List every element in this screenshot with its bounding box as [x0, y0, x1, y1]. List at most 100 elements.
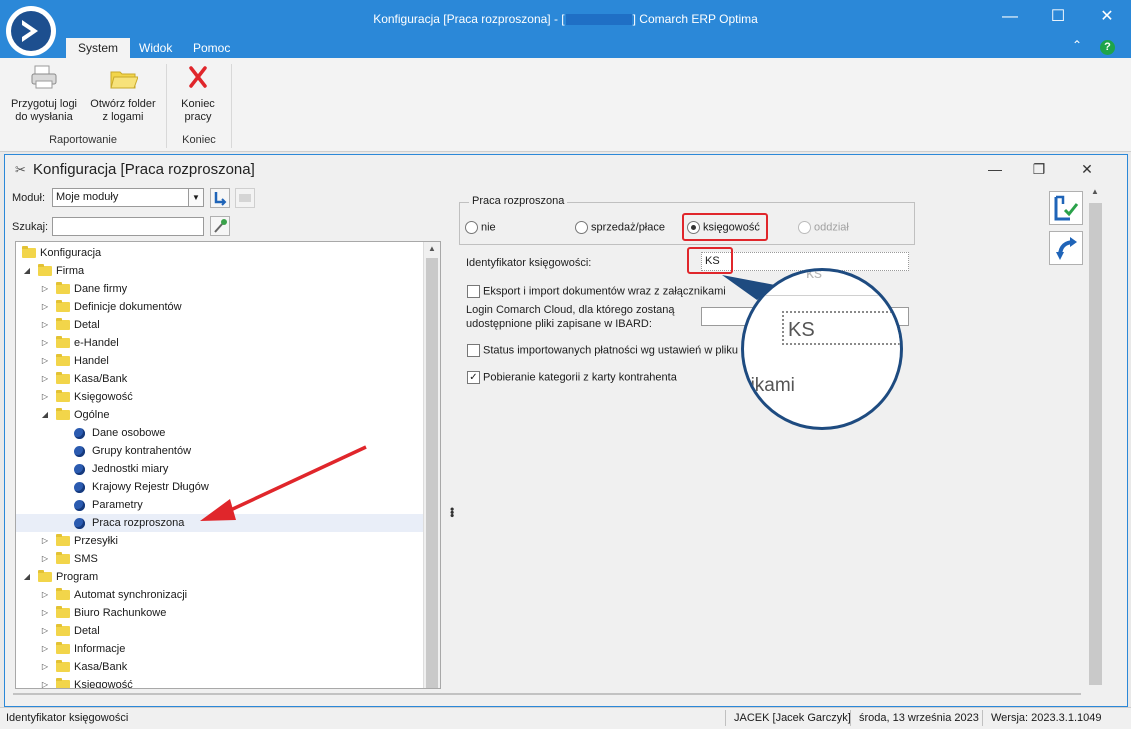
- expand-arrow-icon[interactable]: ▷: [40, 298, 50, 316]
- tree-item[interactable]: ▷ Przesyłki: [16, 532, 424, 550]
- tree-item[interactable]: Grupy kontrahentów: [16, 442, 424, 460]
- payment-status-checkbox[interactable]: Status importowanych płatności wg ustawi…: [467, 344, 738, 357]
- radio-sprzedaz-place[interactable]: sprzedaż/płace: [575, 221, 665, 234]
- panel-scrollbar[interactable]: ▲: [1087, 185, 1104, 688]
- refresh-modules-button[interactable]: [210, 188, 230, 208]
- ribbon-collapse-icon[interactable]: ⌃: [1072, 38, 1082, 52]
- tree-item-label: Przesyłki: [74, 535, 119, 547]
- tree-item-label: Definicje dokumentów: [74, 301, 182, 313]
- close-x-icon: [183, 64, 213, 92]
- expand-arrow-icon[interactable]: ▷: [40, 586, 50, 604]
- expand-arrow-icon[interactable]: ▷: [40, 640, 50, 658]
- expand-arrow-icon[interactable]: ▷: [40, 280, 50, 298]
- tree-item[interactable]: ▷ Informacje: [16, 640, 424, 658]
- prepare-logs-button[interactable]: Przygotuj logi do wysłania: [6, 64, 82, 124]
- expand-arrow-icon[interactable]: ▷: [40, 352, 50, 370]
- collapse-arrow-icon[interactable]: ◢: [22, 262, 32, 280]
- radio-ksiegowosc[interactable]: księgowość: [687, 221, 760, 234]
- panel-scroll-thumb[interactable]: [1089, 203, 1102, 685]
- scroll-up-icon[interactable]: ▲: [1091, 187, 1099, 196]
- tree-item[interactable]: Konfiguracja: [16, 244, 424, 262]
- chevron-down-icon[interactable]: ▼: [188, 189, 203, 206]
- exit-button[interactable]: Koniec pracy: [172, 64, 224, 124]
- scroll-up-icon[interactable]: ▲: [428, 244, 436, 253]
- tree-item[interactable]: ▷ e-Handel: [16, 334, 424, 352]
- tree-item[interactable]: Praca rozproszona: [16, 514, 424, 532]
- inner-minimize-button[interactable]: —: [983, 161, 1007, 181]
- minimize-button[interactable]: —: [995, 6, 1025, 28]
- close-button[interactable]: ✕: [1092, 6, 1122, 28]
- tab-pomoc[interactable]: Pomoc: [181, 38, 242, 58]
- collapse-arrow-icon[interactable]: ◢: [22, 568, 32, 586]
- tree-item[interactable]: ▷ Biuro Rachunkowe: [16, 604, 424, 622]
- undo-arrow-icon: [1056, 237, 1077, 260]
- radio-ksiegowosc-label: księgowość: [703, 221, 760, 234]
- tree-item[interactable]: Parametry: [16, 496, 424, 514]
- expand-arrow-icon[interactable]: ▷: [40, 658, 50, 676]
- tab-system[interactable]: System: [66, 38, 131, 58]
- config-tree[interactable]: Konfiguracja ◢ Firma ▷ Dane firmy ▷ Definicje …: [15, 241, 441, 689]
- help-icon[interactable]: ?: [1100, 40, 1115, 55]
- tree-scroll-thumb[interactable]: [426, 258, 438, 688]
- expand-arrow-icon[interactable]: ▷: [40, 622, 50, 640]
- inner-close-button[interactable]: ✕: [1075, 161, 1099, 181]
- tree-item-label: Dane osobowe: [92, 427, 166, 439]
- save-button[interactable]: [1049, 191, 1083, 225]
- module-label: Moduł:: [12, 192, 46, 204]
- radio-circle: [465, 221, 478, 234]
- export-attachments-label: Eksport i import dokumentów wraz z załąc…: [483, 285, 726, 298]
- tree-item[interactable]: ▷ Automat synchronizacji: [16, 586, 424, 604]
- expand-arrow-icon[interactable]: ▷: [40, 676, 50, 688]
- tree-item-label: Detal: [74, 319, 100, 331]
- tree-item-label: Parametry: [92, 499, 143, 511]
- tree-item[interactable]: ◢ Program: [16, 568, 424, 586]
- horizontal-scrollbar[interactable]: [13, 693, 1081, 703]
- search-input[interactable]: [52, 217, 204, 236]
- tree-item[interactable]: ▷ Detal: [16, 316, 424, 334]
- tree-item[interactable]: ▷ Księgowość: [16, 388, 424, 406]
- tree-item[interactable]: ◢ Firma: [16, 262, 424, 280]
- tree-item[interactable]: Dane osobowe: [16, 424, 424, 442]
- inner-restore-button[interactable]: ❐: [1027, 161, 1051, 181]
- expand-arrow-icon[interactable]: ▷: [40, 316, 50, 334]
- export-attachments-checkbox[interactable]: Eksport i import dokumentów wraz z załąc…: [467, 285, 726, 298]
- settings-node-icon: [74, 428, 85, 439]
- tree-item[interactable]: ▷ Handel: [16, 352, 424, 370]
- tree-item[interactable]: ▷ Detal: [16, 622, 424, 640]
- splitter-handle[interactable]: •••: [445, 507, 459, 517]
- open-log-folder-button[interactable]: Otwórz folder z logami: [86, 64, 160, 124]
- prepare-logs-label-1: Przygotuj logi: [10, 98, 78, 110]
- expand-arrow-icon[interactable]: ▷: [40, 334, 50, 352]
- forward-button[interactable]: [235, 188, 255, 208]
- module-select[interactable]: Moje moduły ▼: [52, 188, 204, 207]
- collapse-arrow-icon[interactable]: ◢: [40, 406, 50, 424]
- tree-item[interactable]: Krajowy Rejestr Długów: [16, 478, 424, 496]
- tree-item[interactable]: ▷ SMS: [16, 550, 424, 568]
- search-button[interactable]: [210, 216, 230, 236]
- tree-item[interactable]: ▷ Kasa/Bank: [16, 658, 424, 676]
- expand-arrow-icon[interactable]: ▷: [40, 388, 50, 406]
- magnifier-callout: ks KS nikami: [741, 268, 903, 430]
- tree-item[interactable]: ▷ Dane firmy: [16, 280, 424, 298]
- tree-item[interactable]: Jednostki miary: [16, 460, 424, 478]
- pipette-icon: [214, 219, 227, 233]
- category-checkbox[interactable]: ✓ Pobieranie kategorii z karty kontrahent…: [467, 371, 677, 384]
- expand-arrow-icon[interactable]: ▷: [40, 604, 50, 622]
- expand-arrow-icon[interactable]: ▷: [40, 550, 50, 568]
- undo-button[interactable]: [1049, 231, 1083, 265]
- expand-arrow-icon[interactable]: ▷: [40, 532, 50, 550]
- settings-node-icon: [74, 518, 85, 529]
- radio-nie[interactable]: nie: [465, 221, 496, 234]
- tree-item[interactable]: ▷ Kasa/Bank: [16, 370, 424, 388]
- tree-item-label: Kasa/Bank: [74, 661, 128, 673]
- expand-arrow-icon[interactable]: ▷: [40, 370, 50, 388]
- printer-icon: [29, 64, 59, 92]
- tree-item-label: Ogólne: [74, 409, 110, 421]
- tree-scrollbar[interactable]: ▲: [423, 242, 440, 688]
- maximize-button[interactable]: ☐: [1043, 6, 1073, 28]
- tree-item[interactable]: ◢ Ogólne: [16, 406, 424, 424]
- tree-item[interactable]: ▷ Księgowość: [16, 676, 424, 688]
- tab-widok[interactable]: Widok: [127, 38, 184, 58]
- folder-icon: [56, 336, 70, 348]
- tree-item[interactable]: ▷ Definicje dokumentów: [16, 298, 424, 316]
